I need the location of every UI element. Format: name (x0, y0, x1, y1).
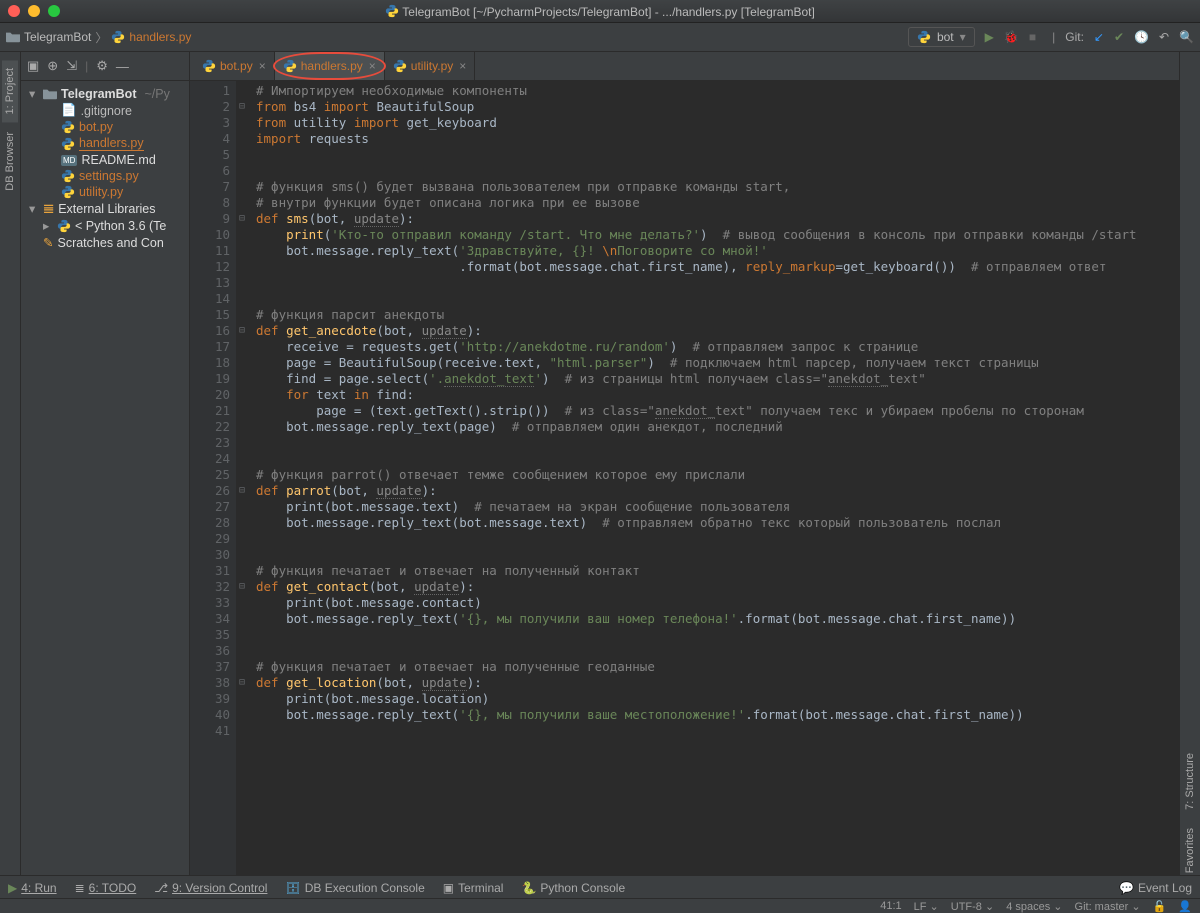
minimize-icon[interactable] (28, 5, 40, 17)
search-button[interactable]: 🔍 (1179, 30, 1194, 44)
window-controls (8, 5, 60, 17)
bottom-tool-bar: ▶4: Run ≣6: TODO ⎇9: Version Control 🗄DB… (0, 875, 1200, 899)
tree-root[interactable]: ▾ TelegramBot ~/Py (21, 85, 189, 102)
editor-tabs: bot.py × handlers.py × utility.py × (190, 52, 1179, 81)
tree-item-readme[interactable]: MD README.md (21, 152, 189, 168)
event-log-icon: 💬 (1119, 881, 1134, 895)
tree-item-python[interactable]: ▸ < Python 3.6 (Te (21, 217, 189, 234)
git-label: Git: (1065, 30, 1084, 44)
close-icon[interactable]: × (459, 59, 466, 73)
md-icon: MD (61, 155, 77, 166)
right-tool-window-bar: 7: Structure 2: Favorites (1179, 52, 1200, 901)
python-icon (385, 4, 399, 18)
left-tool-window-bar: 1: Project DB Browser (0, 52, 21, 901)
db-console-tool-tab[interactable]: 🗄DB Execution Console (285, 881, 424, 895)
python-console-icon: 🐍 (521, 881, 536, 895)
run-config-dropdown[interactable]: bot ▾ (908, 27, 975, 47)
main: 1: Project DB Browser ▣ ⊕ ⇲ | ⚙ — ▾ Tele… (0, 52, 1200, 901)
history-button[interactable]: 🕓 (1134, 30, 1149, 44)
fold-gutter[interactable]: ⊟⊟⊟⊟⊟⊟ (236, 81, 248, 901)
revert-button[interactable]: ↶ (1159, 30, 1169, 44)
caret-down-icon[interactable]: ▾ (29, 86, 39, 101)
line-numbers: 1234567891011121314151617181920212223242… (190, 81, 236, 901)
close-icon[interactable]: × (259, 59, 266, 73)
tree-item-scratches[interactable]: ✎ Scratches and Con (21, 234, 189, 251)
stop-button[interactable]: ■ (1029, 30, 1036, 44)
tab-bot[interactable]: bot.py × (194, 52, 275, 80)
todo-tool-tab[interactable]: ≣6: TODO (75, 881, 137, 895)
python-icon (393, 59, 407, 73)
project-panel-toolbar: ▣ ⊕ ⇲ | ⚙ — (21, 52, 189, 81)
navbar-right: bot ▾ ▶ 🐞 ■ | Git: ↙ ✔ 🕓 ↶ 🔍 (908, 27, 1194, 47)
navbar: TelegramBot 〉 handlers.py bot ▾ ▶ 🐞 ■ | … (0, 23, 1200, 52)
hide-panel-icon[interactable]: — (116, 59, 129, 74)
chevron-down-icon: ▾ (960, 30, 966, 44)
python-icon (111, 30, 125, 44)
commit-button[interactable]: ✔ (1114, 30, 1124, 44)
tree-item-external[interactable]: ▾ 𝌆 External Libraries (21, 200, 189, 217)
lock-icon[interactable]: 🔓 (1153, 900, 1167, 913)
project-view-icon[interactable]: ▣ (27, 58, 39, 74)
terminal-tool-tab[interactable]: ▣Terminal (443, 881, 504, 895)
python-icon (283, 59, 297, 73)
close-icon[interactable]: × (369, 59, 376, 73)
cursor-position[interactable]: 41:1 (880, 900, 901, 912)
vcs-tool-tab[interactable]: ⎇9: Version Control (154, 881, 267, 895)
project-panel: ▣ ⊕ ⇲ | ⚙ — ▾ TelegramBot ~/Py 📄.gitigno… (21, 52, 190, 901)
expand-all-icon[interactable]: ⇲ (66, 58, 77, 74)
tree-item-utility[interactable]: utility.py (21, 184, 189, 200)
tree-item-settings[interactable]: settings.py (21, 168, 189, 184)
settings-gear-icon[interactable]: ⚙ (96, 58, 108, 74)
python-icon (61, 169, 75, 183)
caret-down-icon[interactable]: ▾ (29, 201, 39, 216)
project-tree[interactable]: ▾ TelegramBot ~/Py 📄.gitignore bot.py ha… (21, 81, 189, 255)
editor-area: bot.py × handlers.py × utility.py × 1234… (190, 52, 1179, 901)
libraries-icon: 𝌆 (43, 201, 54, 216)
update-project-button[interactable]: ↙ (1094, 30, 1104, 44)
python-icon (57, 219, 71, 233)
python-icon (61, 137, 75, 151)
encoding[interactable]: UTF-8 ⌄ (951, 900, 994, 913)
python-icon (61, 120, 75, 134)
status-bar: 41:1 LF ⌄ UTF-8 ⌄ 4 spaces ⌄ Git: master… (0, 898, 1200, 913)
run-tool-tab[interactable]: ▶4: Run (8, 881, 57, 895)
select-opened-file-icon[interactable]: ⊕ (47, 58, 58, 74)
debug-button[interactable]: 🐞 (1004, 30, 1019, 44)
run-config-label: bot (937, 30, 954, 44)
event-log-tool-tab[interactable]: 💬Event Log (1119, 881, 1192, 895)
editor[interactable]: 1234567891011121314151617181920212223242… (190, 81, 1179, 901)
tab-utility[interactable]: utility.py × (385, 52, 475, 80)
chevron-right-icon: 〉 (95, 29, 107, 46)
indent[interactable]: 4 spaces ⌄ (1006, 900, 1062, 913)
scratch-icon: ✎ (43, 235, 53, 250)
python-console-tool-tab[interactable]: 🐍Python Console (521, 881, 625, 895)
tree-item-gitignore[interactable]: 📄.gitignore (21, 102, 189, 119)
caret-right-icon[interactable]: ▸ (43, 218, 53, 233)
breadcrumb[interactable]: TelegramBot 〉 handlers.py (6, 29, 191, 46)
python-icon (202, 59, 216, 73)
inspector-icon[interactable]: 👤 (1178, 900, 1192, 913)
project-tool-tab[interactable]: 1: Project (2, 60, 18, 122)
line-separator[interactable]: LF ⌄ (914, 900, 939, 913)
folder-icon (6, 31, 20, 43)
close-icon[interactable] (8, 5, 20, 17)
breadcrumb-project[interactable]: TelegramBot (24, 30, 91, 44)
tree-item-handlers[interactable]: handlers.py (21, 135, 189, 152)
maximize-icon[interactable] (48, 5, 60, 17)
python-icon (917, 30, 931, 44)
breadcrumb-file[interactable]: handlers.py (129, 30, 191, 44)
database-icon: 🗄 (285, 881, 300, 895)
code-content[interactable]: # Импортируем необходимые компонентыfrom… (248, 81, 1179, 901)
tab-handlers[interactable]: handlers.py × (275, 52, 385, 80)
git-branch[interactable]: Git: master ⌄ (1075, 900, 1141, 913)
window-title: TelegramBot [~/PycharmProjects/TelegramB… (0, 4, 1200, 19)
folder-icon (43, 88, 57, 100)
run-button[interactable]: ▶ (985, 30, 994, 44)
terminal-icon: ▣ (443, 881, 454, 895)
db-browser-tool-tab[interactable]: DB Browser (2, 124, 18, 199)
tree-item-bot[interactable]: bot.py (21, 119, 189, 135)
titlebar: TelegramBot [~/PycharmProjects/TelegramB… (0, 0, 1200, 23)
python-icon (61, 185, 75, 199)
structure-tool-tab[interactable]: 7: Structure (1182, 745, 1198, 818)
